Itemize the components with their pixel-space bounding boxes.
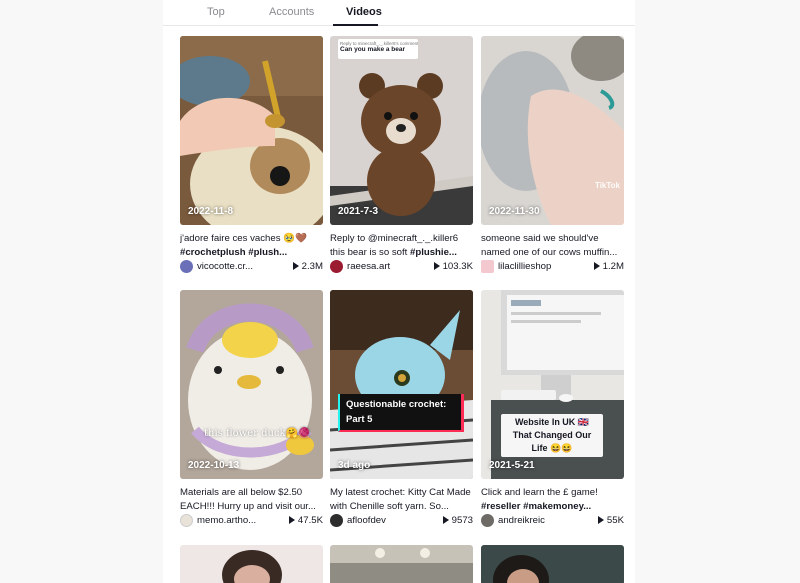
view-count-value: 47.5K — [297, 515, 323, 526]
video-meta: raeesa.art 103.3K — [330, 260, 473, 274]
avatar[interactable] — [180, 514, 193, 527]
partial-thumbnail-image — [330, 545, 473, 583]
video-card[interactable]: Reply to minecraft_._.killer6's comment … — [330, 36, 473, 276]
reply-overlay-question: Can you make a bear — [340, 46, 406, 53]
crochet-duck-image — [180, 290, 323, 479]
caption-text: My latest crochet: Kitty Cat Made with C… — [330, 487, 471, 512]
video-card[interactable]: Website In UK 🇬🇧 That Changed Our Life 😆… — [481, 290, 624, 530]
video-date: 2021-5-21 — [489, 460, 535, 471]
search-tabs: Top Accounts Videos — [163, 0, 635, 26]
avatar[interactable] — [481, 260, 494, 273]
caption-hashtags[interactable]: #crochetplush #plush... — [180, 247, 287, 258]
play-icon — [593, 262, 600, 270]
video-thumbnail[interactable] — [330, 545, 473, 583]
video-thumbnail[interactable]: Reply to minecraft_._.killer6's comment … — [330, 36, 473, 225]
crochet-bear-image — [330, 36, 473, 225]
view-count: 47.5K — [288, 515, 323, 526]
active-tab-indicator — [333, 24, 378, 26]
video-thumbnail[interactable]: Questionable crochet: Part 5 3d ago — [330, 290, 473, 479]
crochet-cow-image — [180, 36, 323, 225]
play-icon — [288, 516, 295, 524]
video-date: 3d ago — [338, 460, 371, 471]
view-count-value: 55K — [606, 515, 624, 526]
video-card[interactable]: TikTok 2022-11-30 someone said we should… — [481, 36, 624, 276]
tab-top[interactable]: Top — [207, 6, 225, 18]
video-thumbnail[interactable]: TikTok 2022-11-30 — [481, 36, 624, 225]
reply-overlay: Reply to minecraft_._.killer6's comment … — [340, 41, 418, 53]
view-count: 55K — [597, 515, 624, 526]
video-meta: afloofdev 9573 — [330, 514, 473, 528]
author-name[interactable]: lilaclillieshop — [498, 261, 551, 272]
video-meta: memo.artho... 47.5K — [180, 514, 323, 528]
video-card[interactable]: 2022-11-8 j'adore faire ces vaches 🥹🤎 #c… — [180, 36, 323, 276]
caption-hashtags[interactable]: #reseller #makemoney... — [481, 501, 591, 512]
video-caption[interactable]: Reply to @minecraft_._.killer6 this bear… — [330, 232, 475, 260]
caption-text: Click and learn the £ game! — [481, 487, 598, 498]
video-thumbnail[interactable] — [180, 545, 323, 583]
video-thumbnail[interactable]: this flower duck🤗🧶 2022-10-13 — [180, 290, 323, 479]
view-count-value: 2.3M — [301, 261, 323, 272]
avatar[interactable] — [330, 260, 343, 273]
caption-text: Materials are all below $2.50 EACH!!! Hu… — [180, 487, 316, 512]
video-caption[interactable]: j'adore faire ces vaches 🥹🤎 #crochetplus… — [180, 232, 325, 260]
video-date: 2022-11-8 — [188, 206, 234, 217]
view-count: 1.2M — [593, 261, 624, 272]
view-count-value: 103.3K — [442, 261, 473, 272]
video-caption[interactable]: Click and learn the £ game! #reseller #m… — [481, 486, 626, 514]
video-caption[interactable]: My latest crochet: Kitty Cat Made with C… — [330, 486, 475, 514]
video-caption[interactable]: someone said we should've named one of o… — [481, 232, 626, 260]
overlay-caption: this flower duck🤗🧶 — [204, 428, 311, 439]
tiktok-watermark: TikTok — [594, 181, 620, 190]
video-meta: lilaclillieshop 1.2M — [481, 260, 624, 274]
video-card[interactable]: Questionable crochet: Part 5 3d ago My l… — [330, 290, 473, 530]
author-name[interactable]: afloofdev — [347, 515, 386, 526]
play-icon — [597, 516, 604, 524]
view-count: 103.3K — [433, 261, 473, 272]
avatar[interactable] — [481, 514, 494, 527]
avatar[interactable] — [330, 514, 343, 527]
video-thumbnail[interactable]: 2022-11-8 — [180, 36, 323, 225]
caption-text: someone said we should've named one of o… — [481, 233, 618, 258]
crochet-kitty-image — [330, 290, 473, 479]
caption-hashtags[interactable]: #plushie... — [410, 247, 457, 258]
play-icon — [442, 516, 449, 524]
crochet-cow-muffin-image — [481, 36, 624, 225]
author-name[interactable]: vicocotte.cr... — [197, 261, 253, 272]
partial-thumbnail-image — [180, 545, 323, 583]
video-thumbnail[interactable] — [481, 545, 624, 583]
view-count-value: 1.2M — [602, 261, 624, 272]
video-card[interactable]: this flower duck🤗🧶 2022-10-13 Materials … — [180, 290, 323, 530]
tab-accounts[interactable]: Accounts — [269, 6, 314, 18]
video-meta: andreikreic 55K — [481, 514, 624, 528]
avatar[interactable] — [180, 260, 193, 273]
partial-thumbnail-image — [481, 545, 624, 583]
search-results-page: Top Accounts Videos 2022-11-8 j'adore fa… — [163, 0, 635, 583]
video-date: 2022-11-30 — [489, 206, 540, 217]
view-count: 2.3M — [292, 261, 323, 272]
overlay-title: Questionable crochet: Part 5 — [338, 394, 464, 432]
video-meta: vicocotte.cr... 2.3M — [180, 260, 323, 274]
video-date: 2021-7-3 — [338, 206, 379, 217]
author-name[interactable]: memo.artho... — [197, 515, 256, 526]
overlay-title: Website In UK 🇬🇧 That Changed Our Life 😆… — [501, 414, 603, 457]
play-icon — [292, 262, 299, 270]
caption-text: j'adore faire ces vaches 🥹🤎 — [180, 233, 308, 244]
author-name[interactable]: raeesa.art — [347, 261, 390, 272]
video-thumbnail[interactable]: Website In UK 🇬🇧 That Changed Our Life 😆… — [481, 290, 624, 479]
tab-videos[interactable]: Videos — [346, 6, 382, 18]
video-caption[interactable]: Materials are all below $2.50 EACH!!! Hu… — [180, 486, 325, 514]
video-date: 2022-10-13 — [188, 460, 240, 471]
view-count: 9573 — [442, 515, 473, 526]
view-count-value: 9573 — [451, 515, 473, 526]
author-name[interactable]: andreikreic — [498, 515, 545, 526]
play-icon — [433, 262, 440, 270]
